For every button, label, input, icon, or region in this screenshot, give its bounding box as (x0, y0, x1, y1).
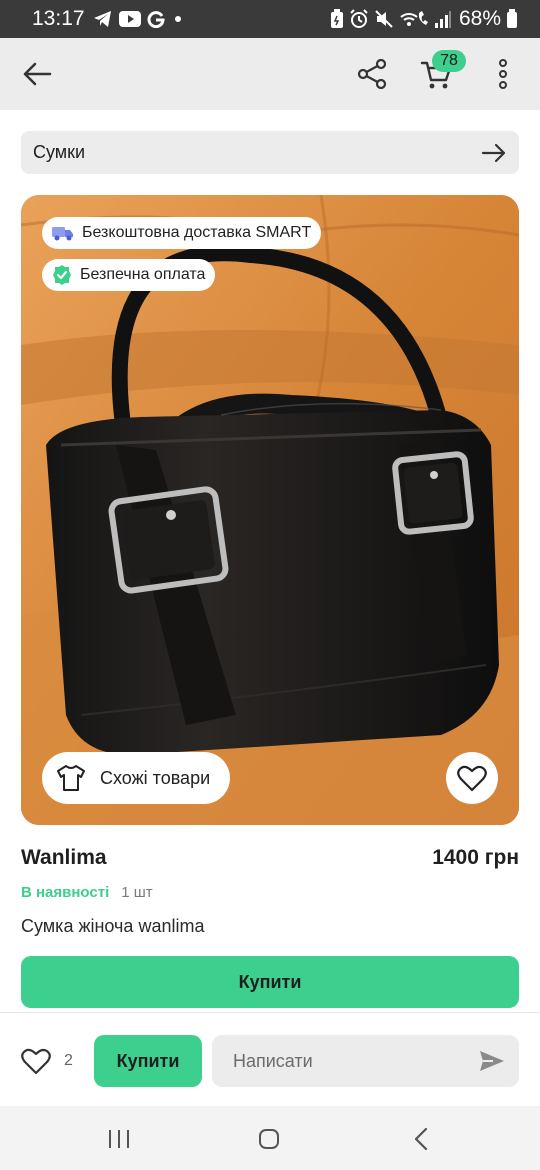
shield-check-icon (52, 264, 72, 286)
bottom-action-bar: 2 Купити Написати (0, 1012, 540, 1106)
status-right: 68% (330, 7, 518, 31)
home-button[interactable] (254, 1126, 284, 1152)
category-link[interactable]: Сумки (21, 131, 519, 174)
send-icon (480, 1051, 504, 1071)
alarm-icon (349, 9, 369, 29)
similar-items-label: Схожі товари (100, 767, 211, 788)
cart-count-badge: 78 (432, 50, 466, 72)
truck-icon (52, 225, 74, 241)
mute-icon (374, 9, 394, 29)
back-chevron-icon (414, 1127, 428, 1151)
arrow-right-icon (481, 143, 507, 163)
dot-icon (171, 12, 185, 26)
battery-icon (506, 9, 518, 29)
stock-row: В наявності 1 шт (21, 884, 153, 901)
message-placeholder: Написати (233, 1050, 313, 1071)
wifi-call-icon (399, 9, 429, 29)
product-description: Сумка жіноча wanlima (21, 916, 205, 936)
home-icon (259, 1129, 279, 1149)
back-button[interactable] (20, 58, 54, 90)
signal-icon (434, 10, 452, 28)
google-icon (147, 10, 165, 28)
more-menu-button[interactable] (490, 56, 516, 92)
message-input[interactable]: Написати (212, 1035, 519, 1087)
status-time: 13:17 (32, 7, 85, 30)
heart-icon (21, 1048, 51, 1075)
product-price: 1400 грн (432, 846, 519, 869)
recents-button[interactable] (104, 1126, 134, 1152)
more-vertical-icon (499, 59, 507, 89)
product-page: 13:17 68% 78 Сумки Безкоштовна доставка … (0, 0, 540, 1170)
free-delivery-badge: Безкоштовна доставка SMART (42, 217, 322, 249)
send-button[interactable] (479, 1050, 505, 1072)
free-delivery-label: Безкоштовна доставка SMART (82, 224, 312, 241)
like-button[interactable]: 2 (20, 1047, 73, 1075)
app-bar: 78 (0, 38, 540, 110)
heart-icon (457, 765, 487, 792)
arrow-left-icon (23, 62, 52, 86)
status-left-icons (93, 10, 185, 28)
system-nav-bar (0, 1106, 540, 1170)
product-title: Wanlima (21, 846, 107, 869)
telegram-icon (93, 10, 113, 28)
buy-button[interactable]: Купити (21, 956, 519, 1008)
share-icon (357, 59, 387, 89)
tshirt-icon (56, 764, 86, 792)
favorite-button[interactable] (446, 752, 498, 804)
buy-button-bottom[interactable]: Купити (94, 1035, 202, 1087)
share-button[interactable] (354, 56, 390, 92)
stock-status: В наявності (21, 884, 110, 901)
safe-payment-badge: Безпечна оплата (42, 259, 216, 291)
system-back-button[interactable] (406, 1126, 436, 1152)
youtube-icon (118, 11, 141, 27)
category-label: Сумки (33, 142, 86, 162)
like-count: 2 (64, 1052, 73, 1069)
battery-saver-icon (330, 9, 344, 29)
battery-percent: 68% (458, 7, 501, 30)
safe-payment-label: Безпечна оплата (80, 266, 206, 283)
stock-quantity: 1 шт (121, 884, 153, 901)
status-bar: 13:17 68% (0, 0, 540, 38)
similar-items-button[interactable]: Схожі товари (42, 752, 231, 804)
recents-icon (109, 1130, 129, 1148)
product-photo[interactable]: Безкоштовна доставка SMART Безпечна опла… (21, 195, 519, 825)
